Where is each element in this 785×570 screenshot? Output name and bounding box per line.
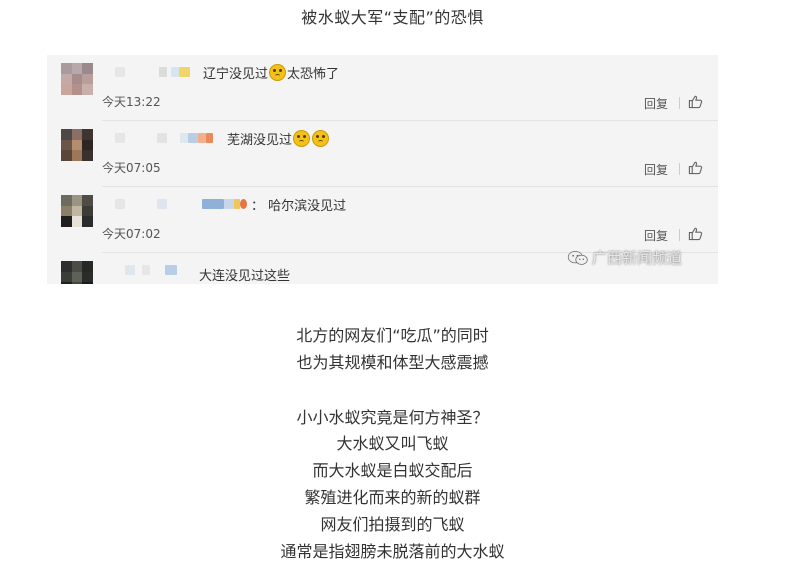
comment-body: 辽宁没见过: [203, 67, 269, 82]
blurred-username: [115, 133, 125, 143]
reply-button[interactable]: 回复: [644, 161, 668, 178]
blurred-username: [125, 265, 135, 275]
article-heading: 被水蚁大军“支配”的恐惧: [301, 8, 484, 27]
reply-button[interactable]: 回复: [644, 227, 668, 244]
thumbs-up-icon[interactable]: [688, 160, 703, 175]
blurred-username: [157, 133, 167, 143]
comment-time: 今天07:02: [102, 227, 161, 241]
avatar: [61, 261, 93, 284]
blurred-username: [165, 265, 177, 275]
paragraph-line: 网友们拍摄到的飞蚁: [320, 515, 465, 534]
divider: [679, 163, 680, 175]
comment-text: 大连没见过这些: [199, 269, 291, 284]
blurred-username: [157, 199, 167, 209]
paragraph-line: 大水蚁又叫飞蚁: [336, 434, 449, 453]
comment-text: 芜湖没见过: [227, 129, 330, 148]
comment-item: 芜湖没见过 今天07:05 回复: [47, 121, 718, 187]
blurred-username: [115, 67, 125, 77]
blurred-username: [159, 67, 167, 77]
blurred-badge: [179, 67, 190, 77]
paragraph-line: 繁殖进化而来的新的蚁群: [304, 488, 481, 507]
comment-time: 今天13:22: [102, 95, 161, 109]
comment-body-suffix: 太恐怖了: [287, 67, 340, 82]
thumbs-up-icon[interactable]: [688, 226, 703, 241]
emoji-icon: [293, 130, 311, 147]
comment-item: 辽宁没见过 太恐怖了 今天13:22 回复: [47, 55, 718, 121]
reply-button[interactable]: 回复: [644, 95, 668, 112]
paragraph-line: 北方的网友们“吃瓜”的同时: [296, 326, 489, 345]
avatar: [61, 129, 93, 161]
watermark-label: 广西新闻频道: [592, 249, 683, 267]
blurred-username: [180, 133, 188, 143]
blurred-username: [115, 199, 125, 209]
paragraph-line: 小小水蚁究竟是何方神圣？: [296, 408, 489, 427]
blurred-badge: [206, 133, 213, 143]
comment-item: ： 哈尔滨没见过 今天07:02 回复: [47, 187, 718, 253]
divider: [679, 229, 680, 241]
blurred-username: [188, 133, 198, 143]
comment-body: 芜湖没见过: [227, 133, 293, 148]
emoji-icon: [269, 64, 287, 81]
paragraph-line: 而大水蚁是白蚁交配后: [312, 461, 473, 480]
blurred-badge: [198, 133, 206, 143]
thumbs-up-icon[interactable]: [688, 94, 703, 109]
comment-text: ： 哈尔滨没见过: [251, 199, 347, 214]
blurred-username: [142, 265, 150, 275]
avatar: [61, 63, 93, 95]
divider: [679, 97, 680, 109]
blurred-username: [171, 67, 179, 77]
watermark: 广西新闻频道: [567, 247, 682, 268]
comment-time: 今天07:05: [102, 161, 161, 175]
paragraph-line: 也为其规模和体型大感震撼: [296, 353, 489, 372]
blurred-badge: [240, 199, 247, 209]
wechat-icon: [567, 250, 588, 265]
blurred-username: [224, 199, 234, 209]
paragraph-line: 通常是指翅膀未脱落前的大水蚁: [280, 542, 505, 561]
avatar: [61, 195, 93, 227]
comment-text: 辽宁没见过 太恐怖了: [203, 63, 339, 82]
blurred-username: [202, 199, 224, 209]
emoji-icon: [312, 130, 330, 147]
